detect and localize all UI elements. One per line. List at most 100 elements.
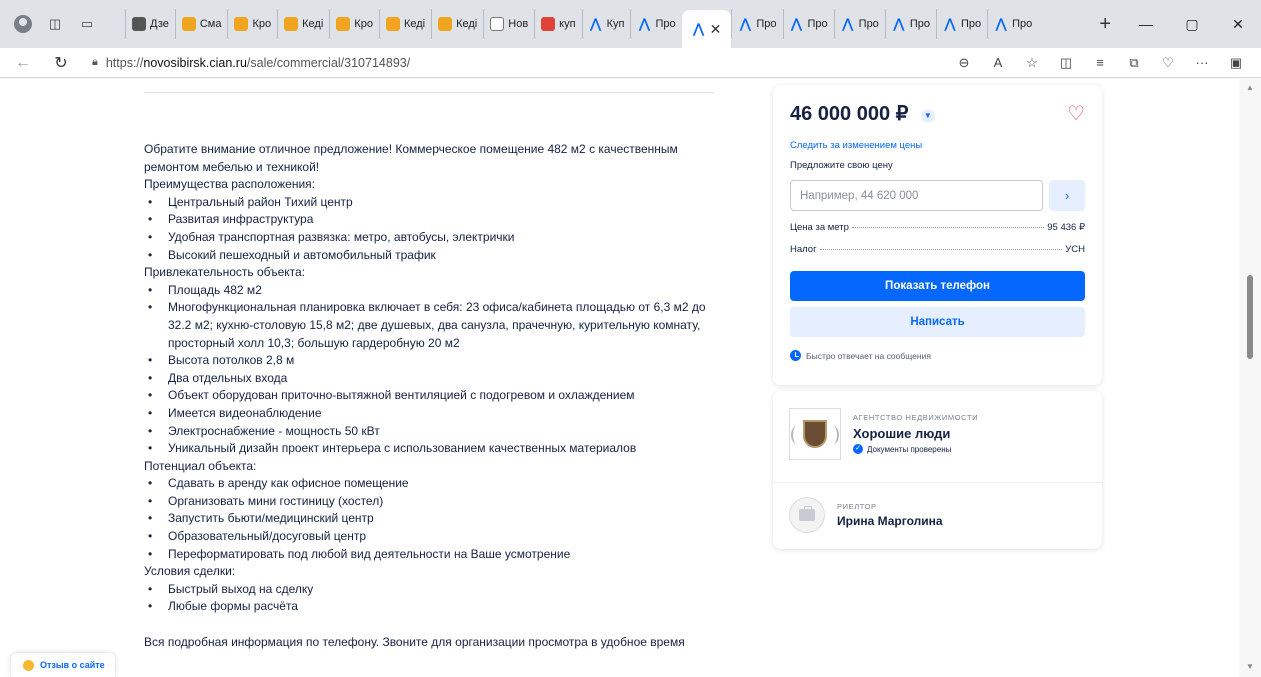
site-feedback-button[interactable]: Отзыв о сайте <box>11 653 115 677</box>
tab-label: Кро <box>354 18 373 30</box>
realtor-block[interactable]: Риелтор Ирина Марголина <box>789 497 943 533</box>
browser-tab[interactable]: Кро <box>329 9 379 39</box>
browser-tab[interactable]: Кеді <box>378 9 431 39</box>
dotted-leader <box>819 249 1063 250</box>
description-list-potential: Сдавать в аренду как офисное помещениеОр… <box>144 475 724 563</box>
description-list-item: Уникальный дизайн проект интерьера с исп… <box>144 440 724 458</box>
refresh-icon[interactable]: ↻ <box>48 53 74 73</box>
tax-row: Налог УСН <box>790 244 1085 255</box>
tab-actions-icon[interactable]: ▭ <box>78 15 96 33</box>
description-list-item: Площадь 482 м2 <box>144 282 724 300</box>
new-tab-button[interactable]: + <box>1087 13 1123 36</box>
favorite-heart-icon[interactable]: ♡ <box>1067 101 1085 126</box>
tab-label: Кеді <box>456 18 478 30</box>
tab-label: Кро <box>252 18 272 30</box>
page-scrollbar[interactable]: ▲ ▼ <box>1239 79 1261 677</box>
description-heading-attractiveness: Привлекательность объекта: <box>144 265 306 280</box>
address-bar[interactable]: 🔒︎ https://novosibirsk.cian.ru/sale/comm… <box>92 56 947 70</box>
browser-tab[interactable]: Кеді <box>277 9 329 39</box>
show-phone-button[interactable]: Показать телефон <box>790 271 1085 301</box>
domclick-icon <box>385 17 400 31</box>
agent-divider <box>773 482 1102 483</box>
price-history-chevron-icon[interactable]: ▼ <box>920 108 935 123</box>
favorites-icon[interactable]: ≡ <box>1083 55 1117 70</box>
browser-tab[interactable]: куп <box>534 9 581 39</box>
url-scheme: https:// <box>105 55 144 70</box>
favorite-star-icon[interactable]: ☆ <box>1015 55 1049 71</box>
browser-tab[interactable]: Кеді <box>431 9 483 39</box>
split-screen-icon[interactable]: ◫ <box>1049 55 1083 71</box>
tab-label: Про <box>807 18 828 30</box>
description-outro: Вся подробная информация по телефону. Зв… <box>144 634 685 649</box>
briefcase-icon <box>799 506 815 521</box>
description-list-item: Высота потолков 2,8 м <box>144 352 724 370</box>
more-icon[interactable]: ··· <box>1185 55 1219 70</box>
tab-label: Про <box>909 18 930 30</box>
description-heading-deal: Условия сделки: <box>144 564 236 579</box>
cian-icon: ⋀ <box>693 21 704 36</box>
zoom-icon[interactable]: ⊖ <box>947 55 981 71</box>
description-list-item: Электроснабжение - мощность 50 кВт <box>144 423 724 441</box>
browser-tab[interactable]: ⋀ Куп <box>581 9 631 39</box>
browser-tab[interactable]: Кро <box>227 9 277 39</box>
page-content: Обратите внимание отличное предложение! … <box>0 79 1239 677</box>
browser-tab[interactable]: Смa <box>174 9 228 39</box>
url-path: /sale/commercial/310714893/ <box>246 55 411 70</box>
agency-name[interactable]: Хорошие люди <box>853 426 978 441</box>
browser-tab[interactable]: Дзе <box>125 9 175 39</box>
description-list-item: Сдавать в аренду как офисное помещение <box>144 475 724 493</box>
close-tab-icon[interactable]: ✕ <box>710 21 722 38</box>
scroll-down-icon[interactable]: ▼ <box>1246 662 1254 671</box>
url-host: novosibirsk.cian.ru <box>143 55 247 70</box>
offer-submit-chevron-icon[interactable]: › <box>1049 180 1085 211</box>
minimize-icon[interactable]: — <box>1123 16 1169 32</box>
browser-tab[interactable]: ⋀ Про <box>987 9 1038 39</box>
browser-tab-active[interactable]: ⋀ ✕ <box>681 10 732 48</box>
browser-tab[interactable]: ⋀ Про <box>731 9 782 39</box>
browser-essentials-icon[interactable]: ♡ <box>1151 55 1185 71</box>
fast-reply-note: Быстро отвечает на сообщения <box>790 350 1085 361</box>
scroll-up-icon[interactable]: ▲ <box>1246 83 1254 92</box>
description-list-item: Имеется видеонаблюдение <box>144 405 724 423</box>
browser-tab[interactable]: Нов <box>483 9 534 39</box>
browser-tab[interactable]: ⋀ Про <box>782 9 834 39</box>
cian-icon: ⋀ <box>590 16 601 31</box>
write-message-button[interactable]: Написать <box>790 307 1085 337</box>
browser-tab[interactable]: ⋀ Про <box>884 9 936 39</box>
maximize-icon[interactable]: ▢ <box>1169 16 1215 33</box>
close-window-icon[interactable]: ✕ <box>1215 16 1261 33</box>
tab-label: Кеді <box>403 18 426 30</box>
description-list-item: Удобная транспортная развязка: метро, ав… <box>144 229 724 247</box>
scroll-thumb[interactable] <box>1247 275 1253 359</box>
offer-price-input[interactable] <box>790 180 1044 211</box>
track-price-link[interactable]: Следить за изменением цены <box>790 140 1085 151</box>
profile-icon[interactable] <box>14 15 32 33</box>
tab-label: Куп <box>606 18 625 30</box>
lock-icon[interactable]: 🔒︎ <box>92 56 98 69</box>
shield-logo-icon <box>791 420 839 448</box>
price-card: 46 000 000 ₽ ▼ ♡ Следить за изменением ц… <box>773 85 1102 385</box>
tab-label: Про <box>756 18 777 30</box>
collections-icon[interactable]: ⧉ <box>1117 55 1151 71</box>
domclick-icon <box>234 17 249 31</box>
realtor-avatar[interactable] <box>789 497 825 533</box>
description-list-item: Организовать мини гостиницу (хостел) <box>144 493 724 511</box>
workspaces-icon[interactable]: ◫ <box>46 15 64 33</box>
agency-logo[interactable] <box>789 408 841 460</box>
address-bar-row: ← ↻ 🔒︎ https://novosibirsk.cian.ru/sale/… <box>0 48 1261 78</box>
tab-label: Про <box>858 18 879 30</box>
domclick-icon <box>181 17 196 31</box>
agency-block[interactable]: Агентство недвижимости Хорошие люди ✓ До… <box>789 408 978 460</box>
sidebar-icon[interactable]: ▣ <box>1219 55 1253 71</box>
tab-label: Смa <box>199 18 222 30</box>
browser-tab[interactable]: ⋀ Про <box>630 9 681 39</box>
description-list-attractiveness: Площадь 482 м2Многофункциональная планир… <box>144 282 724 458</box>
browser-tab[interactable]: ⋀ Про <box>833 9 885 39</box>
tax-label: Налог <box>790 244 817 255</box>
realtor-name[interactable]: Ирина Марголина <box>837 514 943 528</box>
agency-info: Агентство недвижимости Хорошие люди ✓ До… <box>853 408 978 460</box>
read-aloud-icon[interactable]: A <box>981 55 1015 70</box>
back-icon[interactable]: ← <box>10 54 36 72</box>
browser-tab[interactable]: ⋀ Про <box>935 9 987 39</box>
